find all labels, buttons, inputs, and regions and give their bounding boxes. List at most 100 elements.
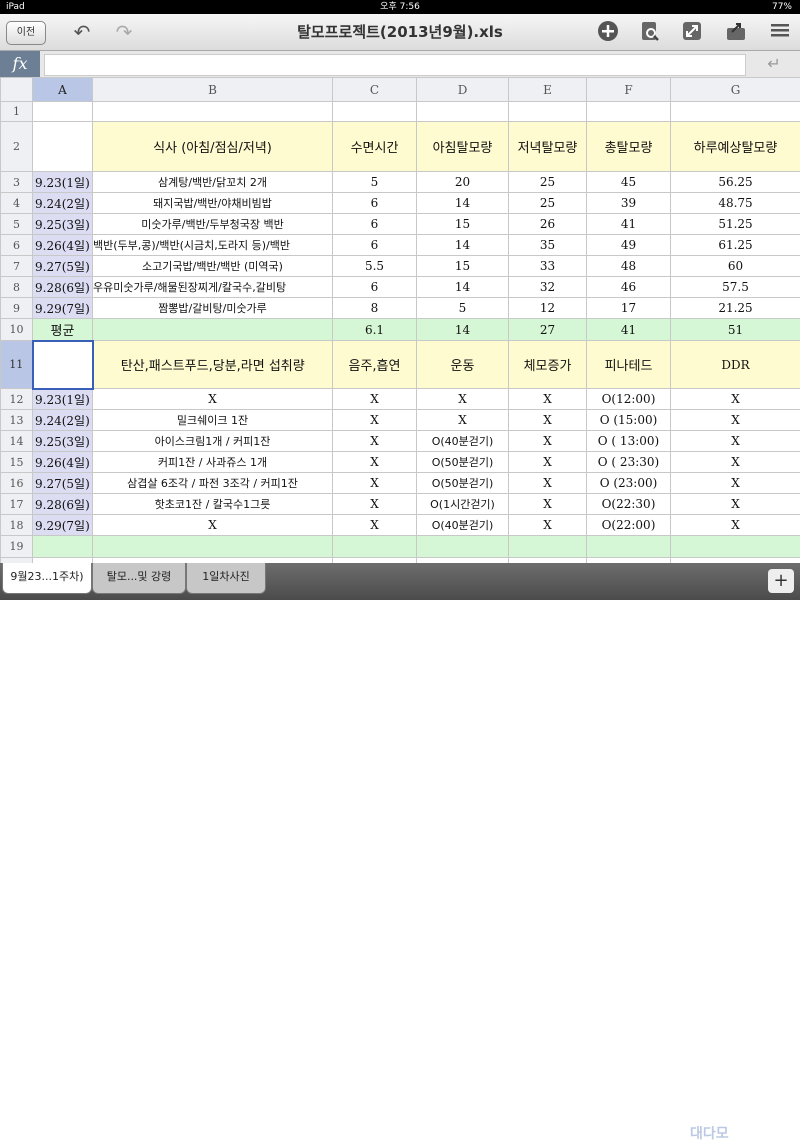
cell[interactable] bbox=[417, 102, 509, 122]
cell[interactable]: 9.29(7일) bbox=[33, 515, 93, 536]
cell[interactable] bbox=[93, 102, 333, 122]
row-header[interactable]: 17 bbox=[1, 494, 33, 515]
cell[interactable]: 41 bbox=[587, 214, 671, 235]
corner-cell[interactable] bbox=[1, 78, 33, 102]
cell[interactable]: X bbox=[671, 452, 800, 473]
cell[interactable]: 백반(두부,콩)/백반(시금치,도라지 등)/백반 bbox=[93, 235, 333, 256]
cell[interactable]: O (23:00) bbox=[587, 473, 671, 494]
cell[interactable] bbox=[93, 319, 333, 341]
row-header[interactable]: 15 bbox=[1, 452, 33, 473]
cell[interactable]: 25 bbox=[509, 193, 587, 214]
cell[interactable]: 56.25 bbox=[671, 172, 800, 193]
enter-icon[interactable]: ↵ bbox=[754, 54, 794, 74]
cell[interactable]: O ( 23:30) bbox=[587, 452, 671, 473]
cell[interactable]: 식사 (아침/점심/저녁) bbox=[93, 122, 333, 172]
cell[interactable]: 아침탈모량 bbox=[417, 122, 509, 172]
column-header-c[interactable]: C bbox=[333, 78, 417, 102]
column-header-f[interactable]: F bbox=[587, 78, 671, 102]
cell[interactable]: X bbox=[509, 473, 587, 494]
cell[interactable]: 밀크쉐이크 1잔 bbox=[93, 410, 333, 431]
cell[interactable]: 39 bbox=[587, 193, 671, 214]
cell[interactable]: 9.23(1일) bbox=[33, 172, 93, 193]
cell[interactable]: 수면시간 bbox=[333, 122, 417, 172]
cell[interactable]: X bbox=[509, 410, 587, 431]
cell[interactable]: O (15:00) bbox=[587, 410, 671, 431]
cell[interactable]: X bbox=[333, 389, 417, 410]
cell[interactable]: 하루예상탈모량 bbox=[671, 122, 800, 172]
row-header[interactable]: 16 bbox=[1, 473, 33, 494]
row-header[interactable]: 8 bbox=[1, 277, 33, 298]
row-header[interactable]: 4 bbox=[1, 193, 33, 214]
cell[interactable]: 14 bbox=[417, 235, 509, 256]
cell[interactable]: X bbox=[671, 494, 800, 515]
cell[interactable]: 14 bbox=[417, 193, 509, 214]
cell[interactable]: 9.24(2일) bbox=[33, 410, 93, 431]
cell[interactable]: X bbox=[333, 494, 417, 515]
row-header[interactable]: 1 bbox=[1, 102, 33, 122]
row-header[interactable]: 6 bbox=[1, 235, 33, 256]
cell[interactable]: O(40분걷기) bbox=[417, 515, 509, 536]
row-header[interactable]: 9 bbox=[1, 298, 33, 319]
cell[interactable]: 17 bbox=[587, 298, 671, 319]
cell[interactable]: 41 bbox=[587, 319, 671, 341]
cell[interactable]: 48 bbox=[587, 256, 671, 277]
cell[interactable]: O(22:30) bbox=[587, 494, 671, 515]
cell[interactable]: O(22:00) bbox=[587, 515, 671, 536]
cell[interactable] bbox=[587, 536, 671, 558]
cell[interactable]: 체모증가 bbox=[509, 341, 587, 389]
row-header[interactable]: 3 bbox=[1, 172, 33, 193]
cell[interactable]: X bbox=[333, 431, 417, 452]
fullscreen-icon[interactable] bbox=[680, 20, 704, 44]
cell[interactable]: O(40분걷기) bbox=[417, 431, 509, 452]
cell[interactable]: 51.25 bbox=[671, 214, 800, 235]
cell[interactable]: 돼지국밥/백반/야채비빔밥 bbox=[93, 193, 333, 214]
cell[interactable]: X bbox=[509, 389, 587, 410]
average-label[interactable]: 평균 bbox=[33, 319, 93, 341]
cell[interactable] bbox=[587, 102, 671, 122]
cell[interactable]: 14 bbox=[417, 319, 509, 341]
cell[interactable]: 짬뽕밥/갈비탕/미숫가루 bbox=[93, 298, 333, 319]
cell[interactable]: X bbox=[333, 515, 417, 536]
cell[interactable]: 커피1잔 / 사과쥬스 1개 bbox=[93, 452, 333, 473]
add-sheet-icon[interactable]: + bbox=[768, 569, 794, 593]
cell[interactable]: 45 bbox=[587, 172, 671, 193]
cell[interactable]: X bbox=[509, 494, 587, 515]
cell[interactable]: X bbox=[671, 515, 800, 536]
cell[interactable]: 9.25(3일) bbox=[33, 214, 93, 235]
cell[interactable]: X bbox=[509, 452, 587, 473]
cell[interactable] bbox=[509, 536, 587, 558]
cell[interactable]: 14 bbox=[417, 277, 509, 298]
cell[interactable]: 아이스크림1개 / 커피1잔 bbox=[93, 431, 333, 452]
cell[interactable]: X bbox=[417, 389, 509, 410]
cell[interactable]: 9.26(4일) bbox=[33, 452, 93, 473]
row-header[interactable]: 11 bbox=[1, 341, 33, 389]
cell[interactable]: X bbox=[671, 473, 800, 494]
cell[interactable]: 25 bbox=[509, 172, 587, 193]
cell[interactable]: 5 bbox=[417, 298, 509, 319]
cell[interactable]: O(50분걷기) bbox=[417, 473, 509, 494]
back-button[interactable]: 이전 bbox=[6, 21, 46, 45]
cell[interactable] bbox=[671, 536, 800, 558]
cell[interactable]: X bbox=[417, 410, 509, 431]
cell[interactable]: X bbox=[333, 452, 417, 473]
sheet-tab-photos[interactable]: 1일차사진 bbox=[186, 563, 266, 594]
cell[interactable]: 49 bbox=[587, 235, 671, 256]
cell[interactable]: 12 bbox=[509, 298, 587, 319]
cell[interactable]: 6 bbox=[333, 277, 417, 298]
cell[interactable]: 21.25 bbox=[671, 298, 800, 319]
cell[interactable]: 9.26(4일) bbox=[33, 235, 93, 256]
cell[interactable]: 46 bbox=[587, 277, 671, 298]
cell[interactable]: 9.27(5일) bbox=[33, 256, 93, 277]
cell[interactable] bbox=[333, 536, 417, 558]
redo-icon[interactable]: ↷ bbox=[112, 20, 136, 44]
cell[interactable]: 33 bbox=[509, 256, 587, 277]
search-document-icon[interactable] bbox=[638, 20, 662, 44]
cell[interactable]: 8 bbox=[333, 298, 417, 319]
cell[interactable]: X bbox=[333, 410, 417, 431]
cell[interactable]: 핫초코1잔 / 칼국수1그릇 bbox=[93, 494, 333, 515]
cell[interactable]: 총탈모량 bbox=[587, 122, 671, 172]
cell[interactable]: 피나테드 bbox=[587, 341, 671, 389]
cell[interactable]: 탄산,패스트푸드,당분,라면 섭취량 bbox=[93, 341, 333, 389]
undo-icon[interactable]: ↶ bbox=[70, 20, 94, 44]
cell[interactable]: 우유미숫가루/해물된장찌게/칼국수,갈비탕 bbox=[93, 277, 333, 298]
